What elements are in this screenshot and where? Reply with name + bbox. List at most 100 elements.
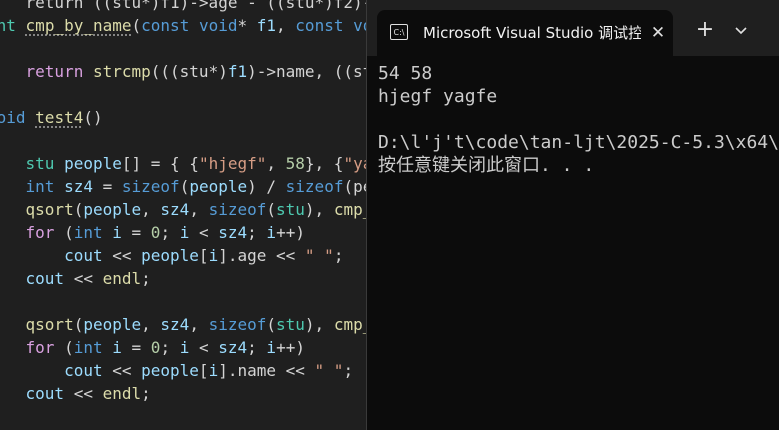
code-token: , xyxy=(189,315,209,334)
code-token: cout xyxy=(64,246,103,265)
code-token: people xyxy=(83,315,142,334)
code-token: ; xyxy=(141,384,151,403)
code-token: f1 xyxy=(256,16,277,35)
code-token: ( xyxy=(179,177,190,196)
code-token: ; xyxy=(247,223,267,242)
code-token: , xyxy=(189,200,209,219)
code-token: endl xyxy=(102,269,142,288)
code-token: return xyxy=(25,62,84,81)
close-tab-button[interactable]: ✕ xyxy=(647,22,669,44)
code-token: stu xyxy=(276,315,305,334)
code-token: ( xyxy=(54,223,74,242)
code-token: = xyxy=(121,338,151,357)
code-token: * xyxy=(237,16,257,35)
code-token: ( xyxy=(266,200,277,219)
code-line: return ((stu*)f1)->age - ((stu*)f2)->age xyxy=(0,0,411,14)
debug-console-window[interactable]: C:\ Microsoft Visual Studio 调试控制台 ✕ + 54… xyxy=(366,0,779,430)
console-tab[interactable]: C:\ Microsoft Visual Studio 调试控制台 ✕ xyxy=(377,10,673,56)
code-token: ; xyxy=(343,361,354,380)
code-token: int xyxy=(73,338,103,357)
code-token: 0 xyxy=(150,223,161,242)
code-token: ( xyxy=(73,200,84,219)
code-token: = xyxy=(92,177,122,196)
code-token: , xyxy=(266,154,286,173)
code-token: int xyxy=(0,16,16,35)
console-output-line: hjegf yagfe xyxy=(378,86,498,107)
code-line: cout << people[i].age << " "; xyxy=(0,244,343,267)
code-token: sizeof xyxy=(208,315,267,334)
code-token: test4 xyxy=(35,108,84,127)
code-token: i xyxy=(112,223,122,242)
code-token: " " xyxy=(304,246,334,265)
code-token: < xyxy=(189,223,219,242)
code-token: ( xyxy=(73,315,84,334)
code-token: cmp_by_name xyxy=(25,16,132,35)
code-token: sz4 xyxy=(64,177,93,196)
plus-icon: + xyxy=(695,17,715,42)
code-token: cout xyxy=(25,269,65,288)
code-token: ++) xyxy=(276,223,305,242)
code-token: i xyxy=(112,338,122,357)
console-output: 54 58 hjegf yagfe D:\l'j't\code\tan-ljt\20… xyxy=(378,62,778,177)
code-token: cout xyxy=(64,361,103,380)
code-token: ++) xyxy=(276,338,305,357)
code-token: i xyxy=(266,338,277,357)
code-token: return ((stu*)f1)->age - ((stu*)f2)->age xyxy=(0,0,411,12)
code-token: i xyxy=(179,223,190,242)
tab-dropdown-button[interactable] xyxy=(729,18,753,42)
code-token: , xyxy=(141,315,161,334)
chevron-down-icon xyxy=(735,27,747,35)
code-token: people xyxy=(83,200,142,219)
code-token: void xyxy=(0,108,26,127)
code-token: () xyxy=(83,108,103,127)
code-token: " " xyxy=(314,361,344,380)
code-token: ; xyxy=(160,338,180,357)
code-token: = xyxy=(121,223,151,242)
code-line: cout << endl; xyxy=(0,382,151,405)
code-token: sz4 xyxy=(218,338,248,357)
code-token: , xyxy=(141,200,161,219)
code-line: void test4() xyxy=(0,106,103,129)
code-token: 58 xyxy=(285,154,305,173)
code-token: ( xyxy=(54,338,74,357)
console-output-line: D:\l'j't\code\tan-ljt\2025-C-5.3\x64\Deb… xyxy=(378,132,778,153)
code-token: [ xyxy=(198,246,209,265)
code-token: << xyxy=(102,361,142,380)
code-token: strcmp xyxy=(92,62,151,81)
code-token: << xyxy=(64,384,103,403)
code-token: stu xyxy=(276,200,305,219)
code-token: ), xyxy=(304,200,334,219)
code-token: int xyxy=(73,223,103,242)
console-output-line: 按任意键关闭此窗口. . . xyxy=(378,155,595,176)
code-token: void xyxy=(198,16,238,35)
code-token: sizeof xyxy=(285,177,344,196)
code-token: ].age << xyxy=(218,246,305,265)
console-titlebar[interactable]: C:\ Microsoft Visual Studio 调试控制台 ✕ + xyxy=(367,0,779,56)
code-token: sz4 xyxy=(160,200,190,219)
code-token: people xyxy=(189,177,248,196)
console-app-icon: C:\ xyxy=(390,24,408,40)
code-token: i xyxy=(208,246,219,265)
code-line: for (int i = 0; i < sz4; i++) xyxy=(0,221,305,244)
code-token: i xyxy=(208,361,219,380)
code-token: qsort xyxy=(25,200,74,219)
code-token: qsort xyxy=(25,315,74,334)
code-token: ) / xyxy=(247,177,286,196)
new-tab-button[interactable]: + xyxy=(693,18,717,42)
